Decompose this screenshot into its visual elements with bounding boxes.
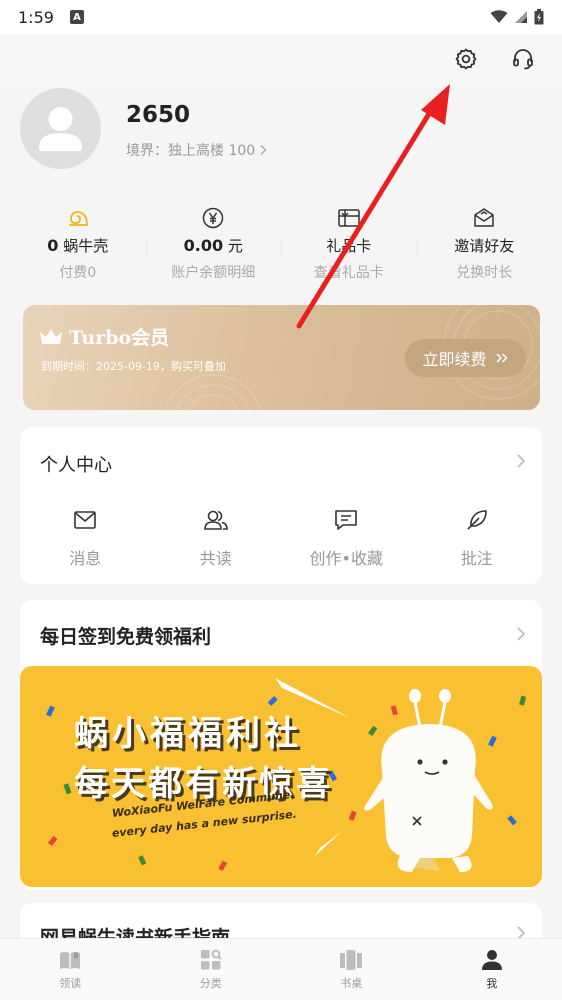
notification-a-icon: A bbox=[69, 10, 84, 24]
stat-unit: 元 bbox=[227, 237, 243, 255]
nav-desk[interactable]: 书桌 bbox=[281, 939, 422, 1000]
gear-icon bbox=[455, 48, 477, 70]
yen-icon bbox=[202, 205, 224, 231]
stat-unit: 礼品卡 bbox=[326, 237, 372, 255]
chevron-right-icon bbox=[517, 454, 526, 468]
menu-label: 批注 bbox=[460, 549, 493, 568]
chat-edit-icon bbox=[334, 507, 358, 533]
nav-label: 我 bbox=[486, 977, 498, 990]
battery-icon bbox=[534, 9, 544, 25]
status-bar: 1:59 A bbox=[0, 0, 562, 34]
wifi-icon bbox=[490, 10, 508, 23]
book-icon bbox=[60, 952, 81, 969]
menu-label: 创作•收藏 bbox=[309, 549, 383, 568]
stats-row: 0 蜗牛壳 付费0 0.00 元 账户余额明细 礼品卡 查看礼品卡 邀请好友 兑… bbox=[10, 205, 552, 285]
snail-shell-icon bbox=[67, 205, 89, 231]
menu-messages[interactable]: 消息 bbox=[20, 507, 151, 569]
default-avatar-icon bbox=[39, 107, 82, 151]
turbo-title: Turbo会员 bbox=[39, 323, 169, 350]
nav-me[interactable]: 我 bbox=[422, 939, 562, 1000]
customer-service-button[interactable] bbox=[508, 44, 538, 74]
banner-headline: 蜗小福福利社 bbox=[74, 714, 302, 754]
stat-gift-card[interactable]: 礼品卡 查看礼品卡 bbox=[281, 205, 417, 285]
feather-icon bbox=[465, 507, 489, 533]
personal-center-card: 个人中心 消息 共读 创作•收藏 批注 bbox=[20, 427, 542, 584]
stat-value: 0 bbox=[47, 236, 59, 255]
daily-checkin-card[interactable]: 每日签到免费领福利 蜗小福福利社 每天都有新惊喜 WoXiaoFu WelFar… bbox=[20, 600, 542, 890]
bottom-navigation: 领读 分类 书桌 我 bbox=[0, 938, 562, 1000]
nav-label: 书桌 bbox=[340, 977, 363, 990]
stat-sub: 查看礼品卡 bbox=[313, 265, 384, 281]
turbo-membership-card[interactable]: Turbo会员 到期时间：2025-09-19，购买可叠加 立即续费 bbox=[23, 305, 540, 410]
turbo-expire: 到期时间：2025-09-19，购买可叠加 bbox=[41, 360, 226, 373]
chevron-right-icon bbox=[260, 145, 267, 155]
stat-sub: 付费0 bbox=[59, 265, 97, 281]
stat-snail-shell[interactable]: 0 蜗牛壳 付费0 bbox=[10, 205, 146, 285]
user-icon bbox=[481, 950, 502, 970]
bookshelf-icon bbox=[340, 950, 363, 970]
status-time: 1:59 bbox=[18, 7, 54, 27]
settings-button[interactable] bbox=[451, 44, 481, 74]
nav-label: 领读 bbox=[59, 977, 82, 990]
stat-sub: 兑换时长 bbox=[456, 265, 513, 281]
welfare-banner[interactable]: 蜗小福福利社 每天都有新惊喜 WoXiaoFu WelFare Commune … bbox=[20, 666, 542, 887]
nav-label: 分类 bbox=[199, 977, 222, 990]
avatar[interactable] bbox=[20, 88, 101, 169]
status-indicators bbox=[490, 9, 544, 25]
personal-center-title: 个人中心 bbox=[40, 455, 112, 476]
menu-creation-collection[interactable]: 创作•收藏 bbox=[281, 507, 412, 569]
category-icon bbox=[200, 949, 222, 970]
invite-icon bbox=[472, 205, 496, 231]
personal-menu: 消息 共读 创作•收藏 批注 bbox=[20, 507, 542, 569]
realm-level[interactable]: 境界：独上高楼 100 bbox=[126, 140, 267, 160]
stat-invite[interactable]: 邀请好友 兑换时长 bbox=[416, 205, 553, 285]
people-icon bbox=[203, 507, 229, 533]
personal-center-more[interactable] bbox=[516, 453, 526, 473]
stat-unit: 邀请好友 bbox=[454, 237, 515, 255]
turbo-title-text: Turbo会员 bbox=[69, 327, 170, 349]
stat-unit: 蜗牛壳 bbox=[63, 237, 109, 255]
checkin-more[interactable] bbox=[516, 626, 526, 646]
username: 2650 bbox=[126, 102, 191, 128]
menu-label: 消息 bbox=[69, 549, 102, 568]
realm-text: 境界：独上高楼 100 bbox=[126, 143, 256, 159]
menu-label: 共读 bbox=[199, 549, 232, 568]
headset-icon bbox=[513, 49, 533, 70]
renew-button-label: 立即续费 bbox=[422, 350, 487, 369]
profile-section[interactable]: 2650 境界：独上高楼 100 bbox=[20, 88, 542, 170]
signal-icon bbox=[515, 11, 527, 23]
checkin-title: 每日签到免费领福利 bbox=[40, 626, 212, 648]
chevron-right-icon bbox=[517, 627, 526, 641]
crown-icon bbox=[40, 328, 62, 344]
menu-annotations[interactable]: 批注 bbox=[412, 507, 543, 569]
top-bar bbox=[0, 34, 562, 84]
double-chevron-right-icon bbox=[495, 353, 508, 363]
nav-category[interactable]: 分类 bbox=[141, 939, 282, 1000]
gift-card-icon bbox=[337, 205, 361, 231]
nav-lingdu[interactable]: 领读 bbox=[0, 939, 141, 1000]
stat-sub: 账户余额明细 bbox=[171, 265, 256, 281]
renew-button[interactable]: 立即续费 bbox=[405, 339, 526, 377]
mail-icon bbox=[73, 507, 97, 533]
stat-balance[interactable]: 0.00 元 账户余额明细 bbox=[145, 205, 282, 285]
menu-coreading[interactable]: 共读 bbox=[151, 507, 282, 569]
stat-value: 0.00 bbox=[183, 236, 224, 255]
